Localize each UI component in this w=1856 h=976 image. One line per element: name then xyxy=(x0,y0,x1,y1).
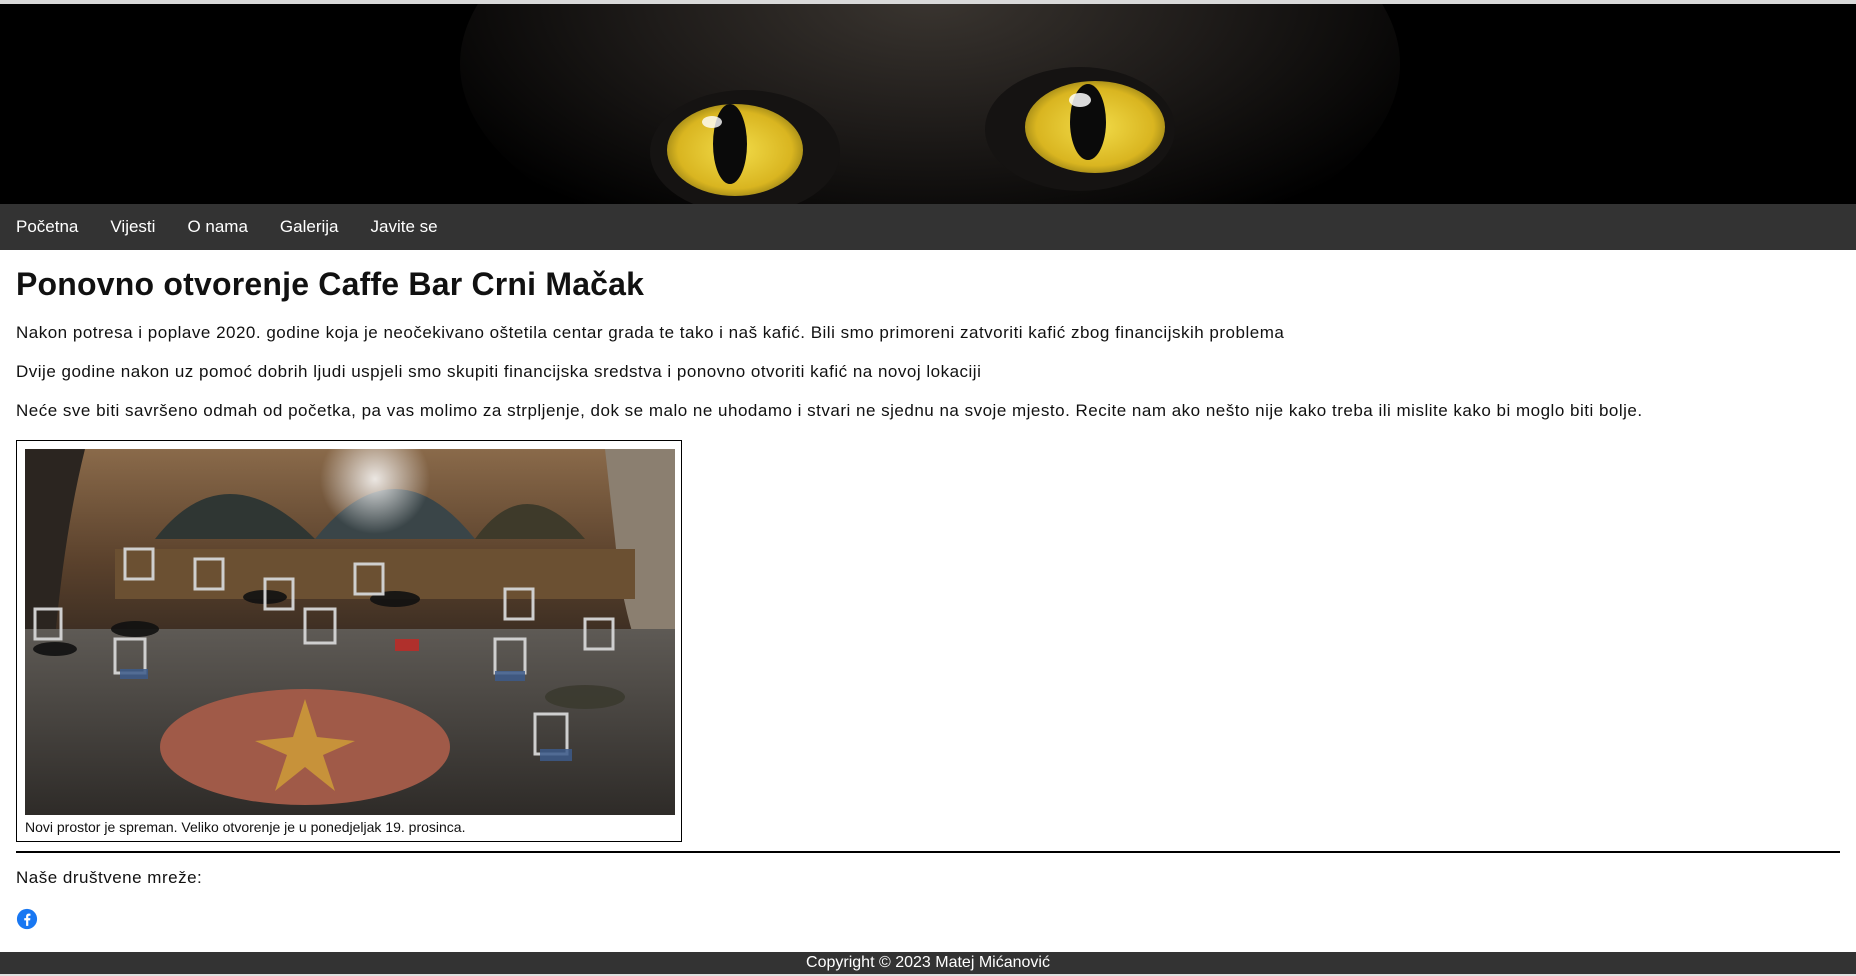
article-paragraph: Neće sve biti savršeno odmah od početka,… xyxy=(16,401,1643,420)
nav-item-pocetna[interactable]: Početna xyxy=(4,204,90,250)
cafe-photo-figure: Novi prostor je spreman. Veliko otvorenj… xyxy=(16,440,682,842)
nav-item-vijesti[interactable]: Vijesti xyxy=(98,204,167,250)
facebook-icon[interactable] xyxy=(16,908,38,930)
cat-eyes-banner-image xyxy=(0,4,1856,204)
nav-item-galerija[interactable]: Galerija xyxy=(268,204,351,250)
footer: Copyright © 2023 Matej Mićanović xyxy=(0,952,1856,974)
copyright-text: Copyright © 2023 Matej Mićanović xyxy=(806,954,1050,971)
photo-caption: Novi prostor je spreman. Veliko otvorenj… xyxy=(25,819,466,835)
nav-item-o-nama[interactable]: O nama xyxy=(175,204,259,250)
cafe-interior-photo xyxy=(25,449,675,815)
main-nav: Početna Vijesti O nama Galerija Javite s… xyxy=(0,204,1856,250)
article-title: Ponovno otvorenje Caffe Bar Crni Mačak xyxy=(16,266,645,302)
main-content: Ponovno otvorenje Caffe Bar Crni Mačak N… xyxy=(0,266,1856,935)
nav-item-javite-se[interactable]: Javite se xyxy=(359,204,450,250)
header-banner xyxy=(0,4,1856,204)
social-title: Naše društvene mreže: xyxy=(16,868,203,887)
section-divider xyxy=(16,851,1840,853)
article-paragraph: Dvije godine nakon uz pomoć dobrih ljudi… xyxy=(16,362,982,381)
article-paragraph: Nakon potresa i poplave 2020. godine koj… xyxy=(16,323,1285,342)
